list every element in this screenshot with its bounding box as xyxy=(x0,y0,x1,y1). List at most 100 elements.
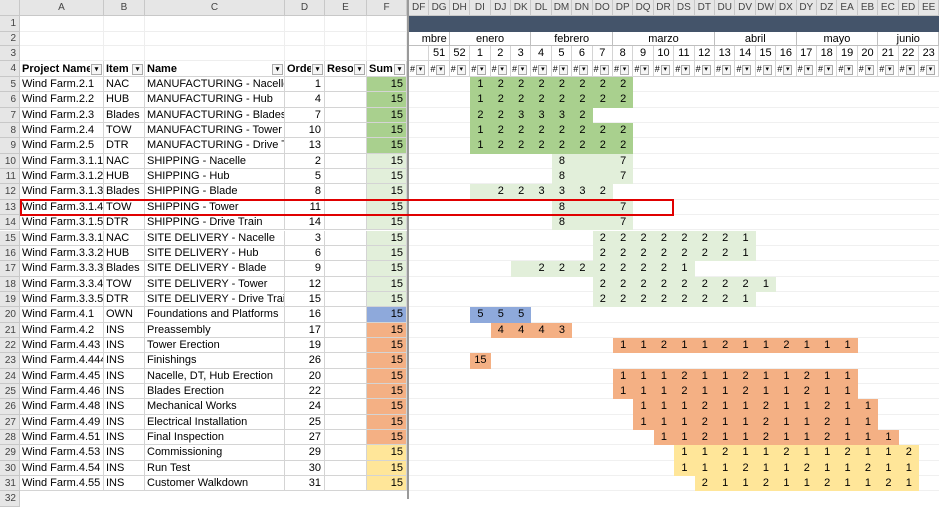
gantt-cell[interactable] xyxy=(857,353,879,369)
row-header-9[interactable]: 9 xyxy=(0,138,20,154)
gantt-cell[interactable] xyxy=(776,138,797,154)
gantt-cell[interactable] xyxy=(572,461,593,477)
gantt-cell[interactable] xyxy=(613,399,634,415)
gantt-value[interactable]: 1 xyxy=(755,460,777,477)
column-header-dp[interactable]: DP xyxy=(613,0,634,16)
gantt-cell[interactable] xyxy=(755,138,777,154)
gantt-value[interactable]: 2 xyxy=(674,276,695,292)
gantt-cell[interactable] xyxy=(592,476,613,492)
gantt-cell[interactable] xyxy=(817,231,838,246)
cell-resource[interactable] xyxy=(325,276,367,292)
gantt-cell[interactable] xyxy=(837,108,858,124)
cell-order[interactable]: 17 xyxy=(285,322,325,338)
cell-sum[interactable]: 15 xyxy=(367,230,407,246)
gantt-cell[interactable] xyxy=(653,307,675,323)
column-header-dr[interactable]: DR xyxy=(653,0,675,16)
gantt-cell[interactable] xyxy=(490,461,511,477)
gantt-value[interactable]: 1 xyxy=(715,368,736,384)
gantt-value[interactable]: 2 xyxy=(470,107,491,124)
gantt-cell[interactable] xyxy=(653,154,675,170)
cell-name[interactable]: Preassembly xyxy=(145,322,285,338)
gantt-cell[interactable] xyxy=(511,415,532,431)
gantt-cell[interactable] xyxy=(776,323,797,338)
gantt-value[interactable]: 1 xyxy=(837,460,858,477)
gantt-cell[interactable] xyxy=(633,461,654,477)
gantt-cell[interactable] xyxy=(898,323,919,338)
row-header-11[interactable]: 11 xyxy=(0,169,20,185)
gantt-cell[interactable] xyxy=(919,154,939,170)
gantt-cell[interactable] xyxy=(898,277,919,292)
row-header-10[interactable]: 10 xyxy=(0,153,20,170)
cell-order[interactable]: 3 xyxy=(285,230,325,246)
filter-dropdown-icon[interactable]: ▾ xyxy=(394,63,405,75)
gantt-cell[interactable] xyxy=(857,369,879,384)
gantt-value[interactable]: 2 xyxy=(531,261,552,277)
gantt-cell[interactable] xyxy=(817,307,838,323)
gantt-cell[interactable] xyxy=(878,399,899,415)
gantt-cell[interactable] xyxy=(878,246,899,262)
gantt-value[interactable]: 1 xyxy=(776,414,797,431)
gantt-cell[interactable] xyxy=(878,169,899,185)
cell-item[interactable]: INS xyxy=(104,476,145,492)
gantt-cell[interactable] xyxy=(837,169,858,185)
gantt-value[interactable]: 2 xyxy=(511,138,532,154)
gantt-value[interactable]: 2 xyxy=(551,261,573,277)
column-header-ec[interactable]: EC xyxy=(878,0,899,16)
column-header-b[interactable]: B xyxy=(104,0,145,16)
cell-project[interactable]: Wind Farm.4.45 xyxy=(20,368,104,384)
gantt-cell[interactable] xyxy=(592,430,613,446)
gantt-cell[interactable] xyxy=(429,77,450,93)
cell-sum[interactable]: 15 xyxy=(367,123,407,139)
cell-item[interactable]: TOW xyxy=(104,276,145,292)
gantt-cell[interactable] xyxy=(919,338,939,354)
gantt-value[interactable]: 1 xyxy=(837,414,858,431)
column-header-du[interactable]: DU xyxy=(715,0,736,16)
gantt-cell[interactable] xyxy=(796,277,817,292)
gantt-cell[interactable] xyxy=(898,307,919,323)
cell-resource[interactable] xyxy=(325,322,367,338)
cell-item[interactable]: DTR xyxy=(104,291,145,308)
gantt-value[interactable]: 1 xyxy=(470,138,491,154)
gantt-value[interactable]: 1 xyxy=(796,445,817,461)
gantt-cell[interactable] xyxy=(531,430,552,446)
gantt-cell[interactable] xyxy=(715,138,736,154)
gantt-cell[interactable] xyxy=(490,384,511,400)
blank-cell[interactable] xyxy=(20,32,104,46)
gantt-cell[interactable] xyxy=(796,215,817,231)
gantt-value[interactable]: 5 xyxy=(511,307,532,323)
blank-cell[interactable] xyxy=(104,32,145,46)
gantt-cell[interactable] xyxy=(409,445,430,461)
gantt-value[interactable]: 3 xyxy=(531,184,552,200)
gantt-cell[interactable] xyxy=(470,430,491,446)
gantt-value[interactable]: 2 xyxy=(551,77,573,93)
cell-sum[interactable]: 15 xyxy=(367,353,407,369)
gantt-cell[interactable] xyxy=(857,200,879,216)
gantt-cell[interactable] xyxy=(857,215,879,231)
gantt-cell[interactable] xyxy=(449,384,471,400)
gantt-cell[interactable] xyxy=(755,292,777,308)
gantt-cell[interactable] xyxy=(572,277,593,292)
gantt-cell[interactable] xyxy=(511,231,532,246)
cell-project[interactable]: Wind Farm.4.1 xyxy=(20,307,104,323)
gantt-value[interactable]: 1 xyxy=(857,414,879,431)
gantt-value[interactable]: 2 xyxy=(694,230,715,246)
gantt-cell[interactable] xyxy=(511,292,532,308)
gantt-cell[interactable] xyxy=(511,369,532,384)
gantt-value[interactable]: 2 xyxy=(551,138,573,154)
cell-name[interactable]: MANUFACTURING - Tower xyxy=(145,123,285,139)
gantt-cell[interactable] xyxy=(878,369,899,384)
blank-cell[interactable] xyxy=(20,16,104,32)
gantt-value[interactable]: 1 xyxy=(776,368,797,384)
cell-name[interactable]: SITE DELIVERY - Hub xyxy=(145,245,285,262)
gantt-cell[interactable] xyxy=(633,215,654,231)
gantt-value[interactable]: 2 xyxy=(531,138,552,154)
gantt-value[interactable]: 5 xyxy=(490,307,511,323)
gantt-cell[interactable] xyxy=(837,77,858,93)
gantt-cell[interactable] xyxy=(531,292,552,308)
gantt-value[interactable]: 1 xyxy=(857,430,879,446)
gantt-value[interactable]: 2 xyxy=(653,245,675,262)
gantt-value[interactable]: 2 xyxy=(735,276,756,292)
gantt-cell[interactable] xyxy=(919,169,939,185)
cell-resource[interactable] xyxy=(325,153,367,170)
gantt-cell[interactable] xyxy=(817,323,838,338)
